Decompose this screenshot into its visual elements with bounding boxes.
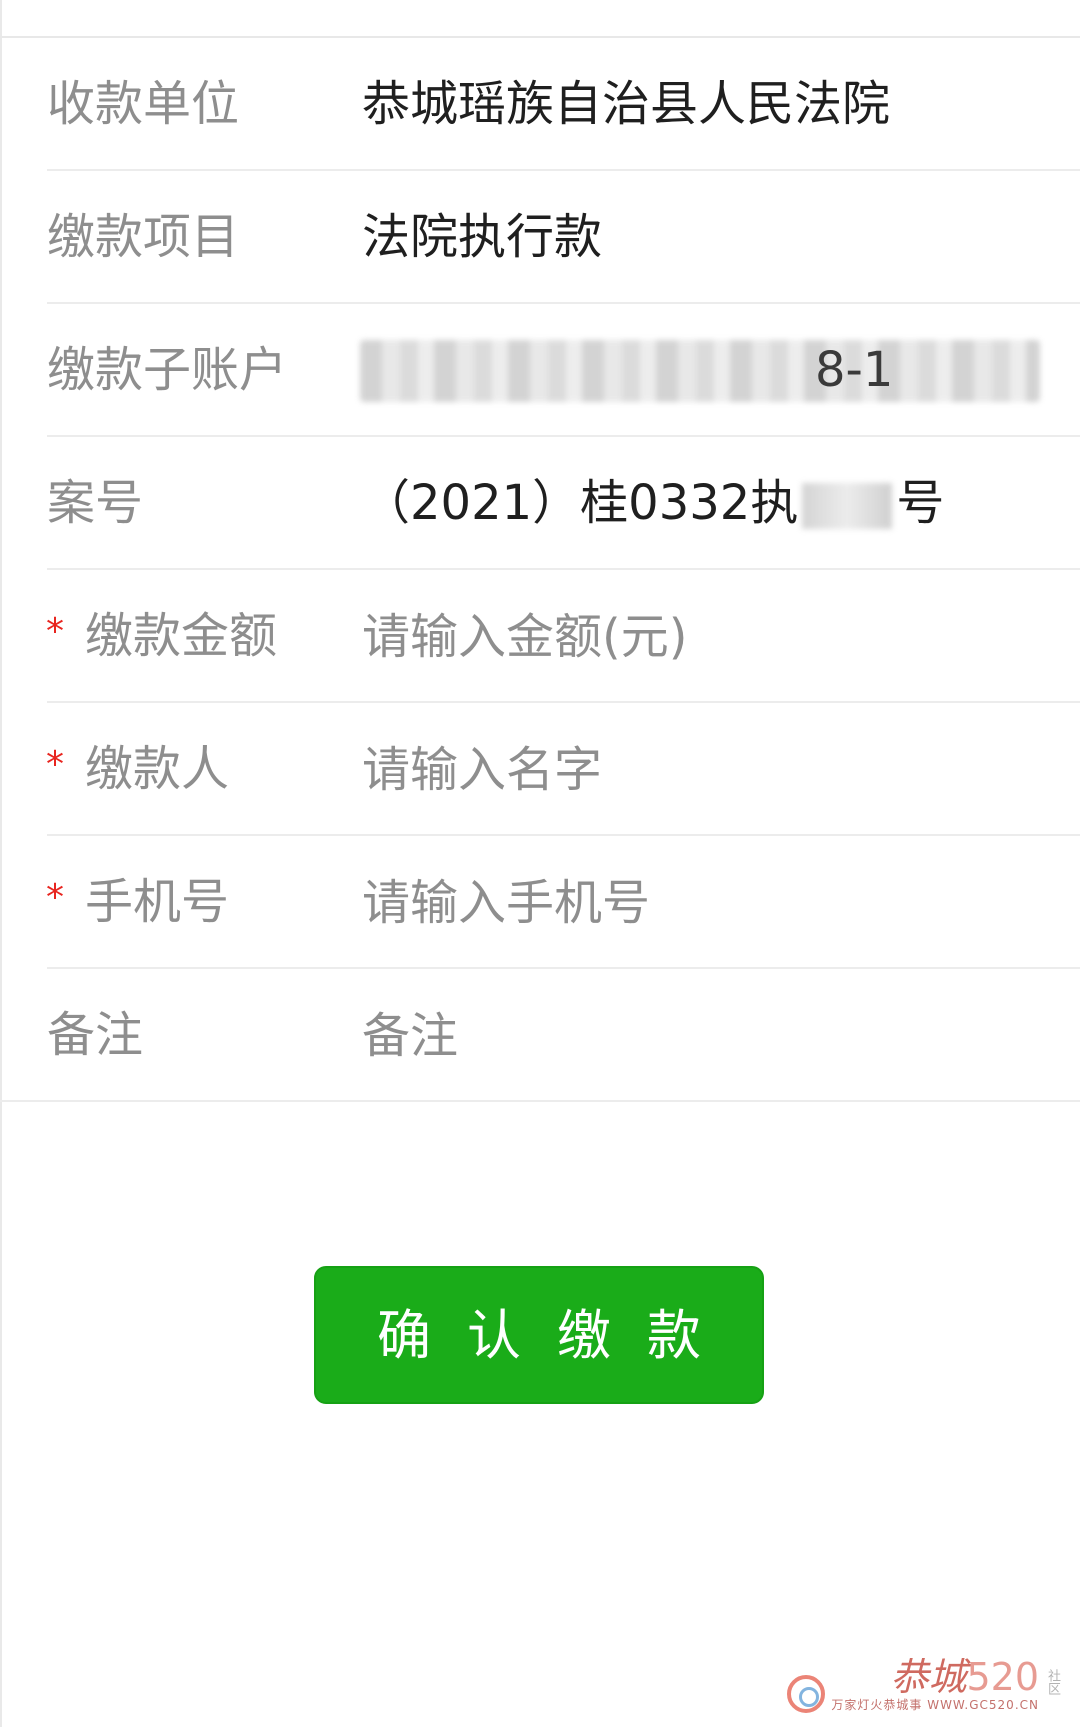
row-payee-unit: 收款单位 恭城瑶族自治县人民法院 [0, 38, 1080, 171]
sub-account-visible-fragment: 8-1 [815, 342, 894, 398]
required-mark: * [46, 744, 64, 785]
amount-input[interactable] [362, 600, 1042, 674]
phone-input[interactable] [362, 866, 1042, 940]
case-number-value: （2021）桂0332执 号 [362, 437, 944, 570]
row-amount: * 缴款金额 [0, 570, 1080, 703]
case-number-redacted [802, 483, 893, 529]
payment-form-page: 收款单位 恭城瑶族自治县人民法院 缴款项目 法院执行款 缴款子账户 8-1 案号… [0, 0, 1080, 1727]
amount-label: 缴款金额 [85, 608, 278, 664]
case-number-prefix: （2021）桂0332执 [362, 475, 799, 531]
row-remark: 备注 [0, 969, 1080, 1102]
case-number-suffix: 号 [896, 475, 945, 531]
row-payment-item: 缴款项目 法院执行款 [0, 171, 1080, 304]
remark-input[interactable] [362, 999, 1042, 1073]
watermark-logo-icon [787, 1675, 826, 1713]
watermark-side-label: 社区 [1045, 1669, 1060, 1695]
required-mark: * [46, 877, 64, 918]
watermark-brand-name: 恭城 [890, 1655, 967, 1699]
row-phone: * 手机号 [0, 836, 1080, 969]
watermark-brand: 恭城520 [890, 1657, 1039, 1697]
payer-label: 缴款人 [85, 741, 230, 797]
payer-name-input[interactable] [362, 733, 1042, 807]
watermark-number: 520 [966, 1655, 1039, 1699]
row-sub-account: 缴款子账户 8-1 [0, 304, 1080, 437]
watermark-slogan: 万家灯火恭城事 WWW.GC520.CN [831, 1698, 1039, 1712]
confirm-payment-button[interactable]: 确认缴款 [314, 1266, 764, 1404]
payment-item-label: 缴款项目 [47, 209, 240, 265]
payee-unit-label: 收款单位 [47, 76, 240, 132]
payment-item-value: 法院执行款 [362, 209, 603, 265]
row-payer: * 缴款人 [0, 703, 1080, 836]
phone-label: 手机号 [85, 874, 230, 930]
case-number-label: 案号 [47, 475, 144, 531]
sub-account-label: 缴款子账户 [47, 342, 288, 398]
payment-form: 收款单位 恭城瑶族自治县人民法院 缴款项目 法院执行款 缴款子账户 8-1 案号… [0, 38, 1080, 1102]
remark-label: 备注 [47, 1007, 144, 1063]
required-mark: * [46, 611, 64, 652]
site-watermark: 恭城520 万家灯火恭城事 WWW.GC520.CN 社区 [787, 1657, 1062, 1713]
row-case-number: 案号 （2021）桂0332执 号 [0, 437, 1080, 570]
payee-unit-value: 恭城瑶族自治县人民法院 [362, 76, 891, 132]
watermark-text: 恭城520 万家灯火恭城事 WWW.GC520.CN [831, 1657, 1039, 1713]
sub-account-redacted [360, 340, 1040, 402]
